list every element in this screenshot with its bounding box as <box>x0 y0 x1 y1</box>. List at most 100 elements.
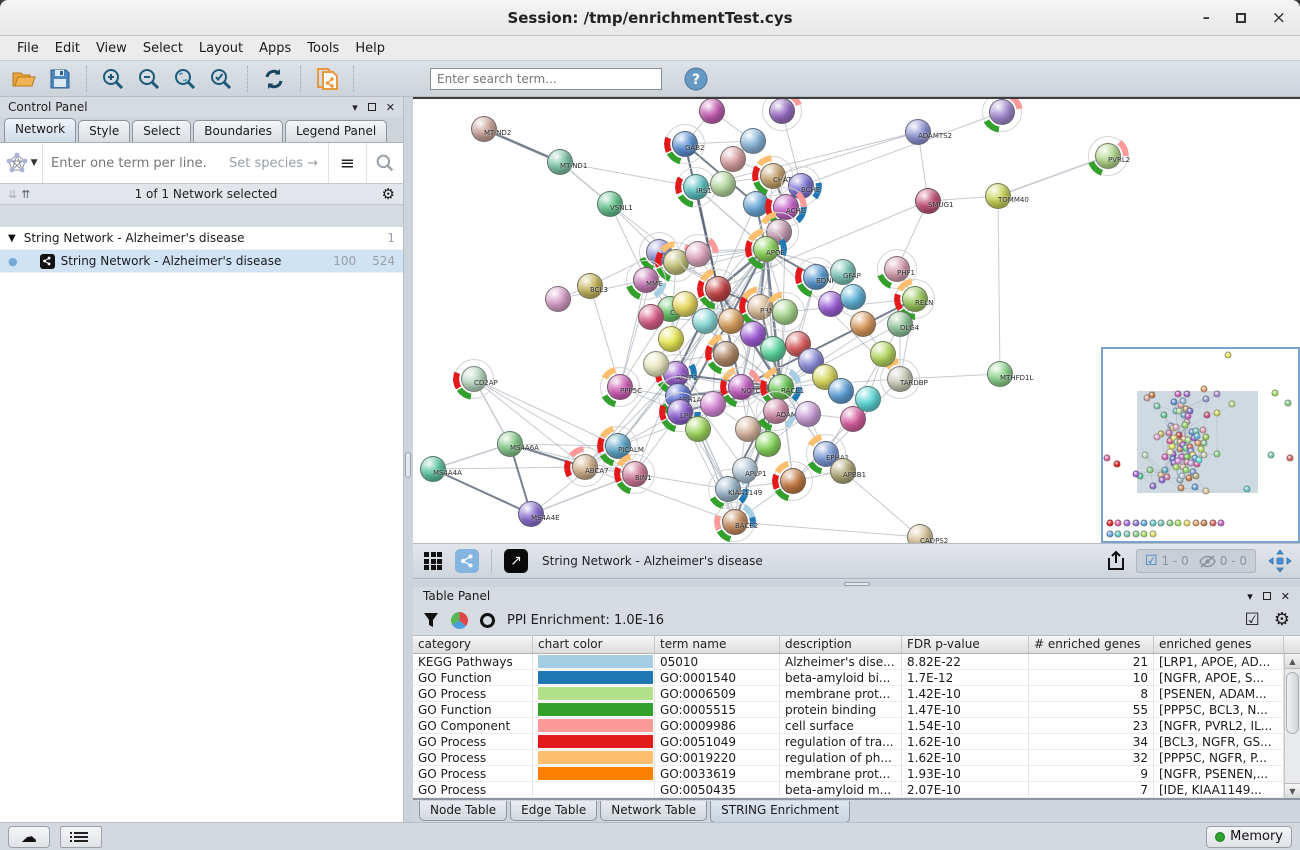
zoom-fit-button[interactable] <box>169 64 201 94</box>
zoom-selected-button[interactable] <box>205 64 237 94</box>
grid-view-button[interactable] <box>419 548 447 574</box>
network-canvas[interactable]: MT-ND2MT-ND1VSNL1GAB2ADAMTS2PVRL2SMUG1TO… <box>413 97 1300 543</box>
table-row[interactable]: GO ProcessGO:0050435beta-amyloid m...2.0… <box>413 782 1300 798</box>
menu-help[interactable]: Help <box>348 39 392 58</box>
birdseye-view[interactable] <box>1101 347 1300 543</box>
table-cell <box>533 750 655 765</box>
memory-button[interactable]: Memory <box>1206 826 1292 848</box>
table-float-icon[interactable] <box>1263 592 1271 600</box>
menu-tools[interactable]: Tools <box>300 39 346 58</box>
table-splitter-grip[interactable] <box>844 582 870 586</box>
float-panel-icon[interactable] <box>368 103 376 111</box>
string-term-input[interactable] <box>43 156 229 171</box>
splitter-grip[interactable] <box>405 452 411 478</box>
table-close-icon[interactable]: ✕ <box>1281 591 1290 602</box>
tab-edge-table[interactable]: Edge Table <box>510 801 597 821</box>
table-splitter[interactable] <box>413 580 1300 587</box>
close-panel-icon[interactable]: ✕ <box>386 102 395 113</box>
navigate-button[interactable] <box>1266 548 1294 574</box>
menu-view[interactable]: View <box>89 39 134 58</box>
table-row[interactable]: GO ComponentGO:0009986cell surface1.54E-… <box>413 718 1300 734</box>
share-view-button[interactable] <box>453 548 481 574</box>
menu-edit[interactable]: Edit <box>48 39 87 58</box>
cloud-button[interactable]: ☁ <box>8 826 50 848</box>
column-header-category[interactable]: category <box>413 636 533 653</box>
network-row[interactable]: ● String Network - Alzheimer's disease 1… <box>0 250 403 273</box>
tab-select[interactable]: Select <box>132 120 191 142</box>
string-protein-query-button[interactable]: ▼ <box>0 143 43 183</box>
search-input[interactable] <box>430 68 662 90</box>
select-columns-icon[interactable]: ☑ <box>1245 612 1260 629</box>
maximize-button[interactable] <box>1236 13 1246 23</box>
tab-legend-panel[interactable]: Legend Panel <box>285 120 387 142</box>
menu-apps[interactable]: Apps <box>252 39 298 58</box>
menu-layout[interactable]: Layout <box>192 39 250 58</box>
table-row[interactable]: GO ProcessGO:0019220regulation of ph...1… <box>413 750 1300 766</box>
tab-style[interactable]: Style <box>78 120 130 142</box>
tab-boundaries[interactable]: Boundaries <box>193 120 283 142</box>
task-list-button[interactable] <box>60 826 102 848</box>
table-cell: GO Process <box>413 750 533 765</box>
menu-select[interactable]: Select <box>136 39 190 58</box>
string-search-button[interactable] <box>366 143 403 183</box>
birdseye-node <box>1133 470 1140 477</box>
table-row[interactable]: GO FunctionGO:0001540beta-amyloid bi...1… <box>413 670 1300 686</box>
detach-view-button[interactable]: ↗ <box>502 548 530 574</box>
set-species-hint[interactable]: Set species → <box>229 156 328 171</box>
tab-node-table[interactable]: Node Table <box>419 801 507 821</box>
table-row[interactable]: GO ProcessGO:0051049regulation of tra...… <box>413 734 1300 750</box>
birdseye-node <box>1180 397 1187 404</box>
zoom-out-button[interactable] <box>133 64 165 94</box>
column-header--enriched-genes[interactable]: # enriched genes <box>1029 636 1154 653</box>
table-row[interactable]: GO ProcessGO:0033619membrane prot...1.93… <box>413 766 1300 782</box>
close-button[interactable]: × <box>1272 10 1286 27</box>
scroll-up-icon[interactable]: ▲ <box>1285 654 1300 669</box>
panel-menu-icon[interactable]: ▾ <box>352 102 358 113</box>
birdseye-node <box>1209 519 1216 526</box>
table-row[interactable]: KEGG Pathways05010Alzheimer's dise...8.8… <box>413 654 1300 670</box>
column-header-chart-color[interactable]: chart color <box>533 636 655 653</box>
open-session-button[interactable] <box>8 64 40 94</box>
network-file-button[interactable] <box>311 64 343 94</box>
current-network-dot: ● <box>8 255 18 268</box>
menu-file[interactable]: File <box>10 39 46 58</box>
table-settings-gear-icon[interactable]: ⚙ <box>1274 611 1290 629</box>
column-header-enriched-genes[interactable]: enriched genes <box>1154 636 1284 653</box>
control-panel-tabs: NetworkStyleSelectBoundariesLegend Panel <box>0 117 403 143</box>
export-network-button[interactable] <box>1102 548 1130 574</box>
tree-expand-icon[interactable]: ▼ <box>8 233 16 244</box>
refresh-icon <box>263 68 285 90</box>
minimize-button[interactable]: – <box>1203 11 1210 25</box>
table-panel-menu-icon[interactable]: ▾ <box>1247 591 1253 602</box>
column-header-description[interactable]: description <box>780 636 902 653</box>
column-header-fdr-p-value[interactable]: FDR p-value <box>902 636 1029 653</box>
network-collection-row[interactable]: ▼ String Network - Alzheimer's disease 1 <box>0 227 403 250</box>
edge-count: 524 <box>372 254 395 268</box>
tab-network-table[interactable]: Network Table <box>600 801 707 821</box>
string-options-button[interactable]: ≡ <box>328 143 365 183</box>
collapse-all-icon[interactable]: ⇊ <box>8 188 17 201</box>
zoom-in-button[interactable] <box>97 64 129 94</box>
enrichment-table: categorychart colorterm namedescriptionF… <box>413 635 1300 798</box>
refresh-button[interactable] <box>258 64 290 94</box>
table-cell: 23 <box>1029 718 1154 733</box>
scroll-down-icon[interactable]: ▼ <box>1285 783 1300 798</box>
panel-splitter[interactable] <box>404 97 413 822</box>
table-cell <box>533 782 655 797</box>
filter-button[interactable] <box>423 612 439 628</box>
table-row[interactable]: GO ProcessGO:0006509membrane prot...1.42… <box>413 686 1300 702</box>
table-row[interactable]: GO FunctionGO:0005515protein binding1.47… <box>413 702 1300 718</box>
donut-chart-button[interactable] <box>480 613 495 628</box>
pie-chart-button[interactable] <box>451 612 468 629</box>
help-button[interactable]: ? <box>680 64 712 94</box>
expand-all-icon[interactable]: ⇈ <box>21 188 30 201</box>
column-header-term-name[interactable]: term name <box>655 636 780 653</box>
tab-string-enrichment[interactable]: STRING Enrichment <box>710 801 850 823</box>
tab-network[interactable]: Network <box>4 118 76 142</box>
scroll-thumb[interactable] <box>1286 672 1299 734</box>
network-list-gear-icon[interactable]: ⚙ <box>382 187 395 202</box>
table-cell: 9 <box>1029 766 1154 781</box>
table-scrollbar[interactable]: ▲ ▼ <box>1284 654 1300 798</box>
save-icon <box>50 69 70 89</box>
save-session-button[interactable] <box>44 64 76 94</box>
